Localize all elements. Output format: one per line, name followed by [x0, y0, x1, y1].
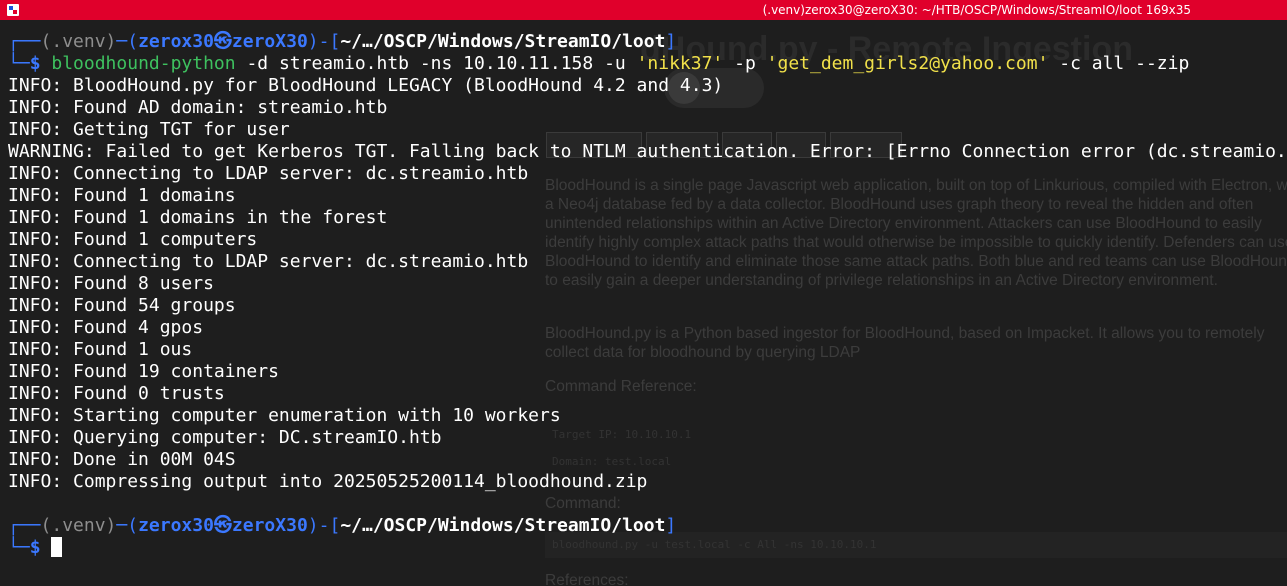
prompt-path: ~/…/OSCP/Windows/StreamIO/loot	[340, 31, 666, 52]
prompt-line-top: ┌──(.venv)─(zerox30㉿zeroX30)-[~/…/OSCP/W…	[8, 31, 677, 52]
output-line: INFO: Connecting to LDAP server: dc.stre…	[8, 251, 529, 272]
venv-label: (.venv)	[40, 515, 117, 536]
output-line: INFO: Found 1 computers	[8, 229, 258, 250]
command-program: bloodhound-python	[51, 53, 236, 74]
output-line: INFO: Found 4 gpos	[8, 317, 204, 338]
command-args: -d streamio.htb -ns 10.10.11.158 -u	[235, 53, 637, 74]
output-line: INFO: Compressing output into 2025052520…	[8, 471, 648, 492]
window-title: (.venv)zerox30@zeroX30: ~/HTB/OSCP/Windo…	[762, 3, 1191, 17]
prompt-dollar: $	[29, 537, 41, 558]
terminal-app-icon[interactable]	[7, 4, 19, 16]
prompt-at-icon: ㉿	[213, 515, 232, 536]
title-bar[interactable]: (.venv)zerox30@zeroX30: ~/HTB/OSCP/Windo…	[0, 0, 1287, 20]
prompt-user: zerox30	[138, 31, 214, 52]
output-line: INFO: Found 0 trusts	[8, 383, 225, 404]
output-line: INFO: Starting computer enumeration with…	[8, 405, 561, 426]
output-line: INFO: Found AD domain: streamio.htb	[8, 97, 388, 118]
command-line: └─$ bloodhound-python -d streamio.htb -n…	[8, 53, 1190, 74]
terminal-output[interactable]: ┌──(.venv)─(zerox30㉿zeroX30)-[~/…/OSCP/W…	[0, 20, 1287, 586]
output-line: INFO: Found 1 domains	[8, 185, 236, 206]
prompt-host: zeroX30	[231, 31, 308, 52]
input-line[interactable]: └─$	[8, 537, 63, 559]
output-line: INFO: Done in 00M 04S	[8, 449, 236, 470]
prompt-path: ~/…/OSCP/Windows/StreamIO/loot	[340, 515, 666, 536]
text-cursor[interactable]	[51, 537, 63, 557]
terminal-window: (.venv)zerox30@zeroX30: ~/HTB/OSCP/Windo…	[0, 0, 1287, 586]
output-line: INFO: Getting TGT for user	[8, 119, 290, 140]
prompt-line-top: ┌──(.venv)─(zerox30㉿zeroX30)-[~/…/OSCP/W…	[8, 515, 677, 536]
output-line: INFO: Found 1 domains in the forest	[8, 207, 388, 228]
output-line: INFO: Querying computer: DC.streamIO.htb	[8, 427, 442, 448]
output-line: INFO: Found 54 groups	[8, 295, 236, 316]
venv-label: (.venv)	[40, 31, 117, 52]
command-user-value: 'nikk37'	[636, 53, 724, 74]
output-line: INFO: Connecting to LDAP server: dc.stre…	[8, 163, 529, 184]
output-line: INFO: Found 19 containers	[8, 361, 279, 382]
output-line-warning: WARNING: Failed to get Kerberos TGT. Fal…	[8, 141, 1287, 162]
output-line: INFO: Found 8 users	[8, 273, 214, 294]
prompt-user: zerox30	[138, 515, 214, 536]
prompt-at-icon: ㉿	[213, 31, 232, 52]
prompt-host: zeroX30	[231, 515, 308, 536]
output-line: INFO: BloodHound.py for BloodHound LEGAC…	[8, 75, 724, 96]
output-line: INFO: Found 1 ous	[8, 339, 193, 360]
command-password-value: 'get_dem_girls2@yahoo.com'	[766, 53, 1049, 74]
prompt-dollar: $	[29, 53, 41, 74]
